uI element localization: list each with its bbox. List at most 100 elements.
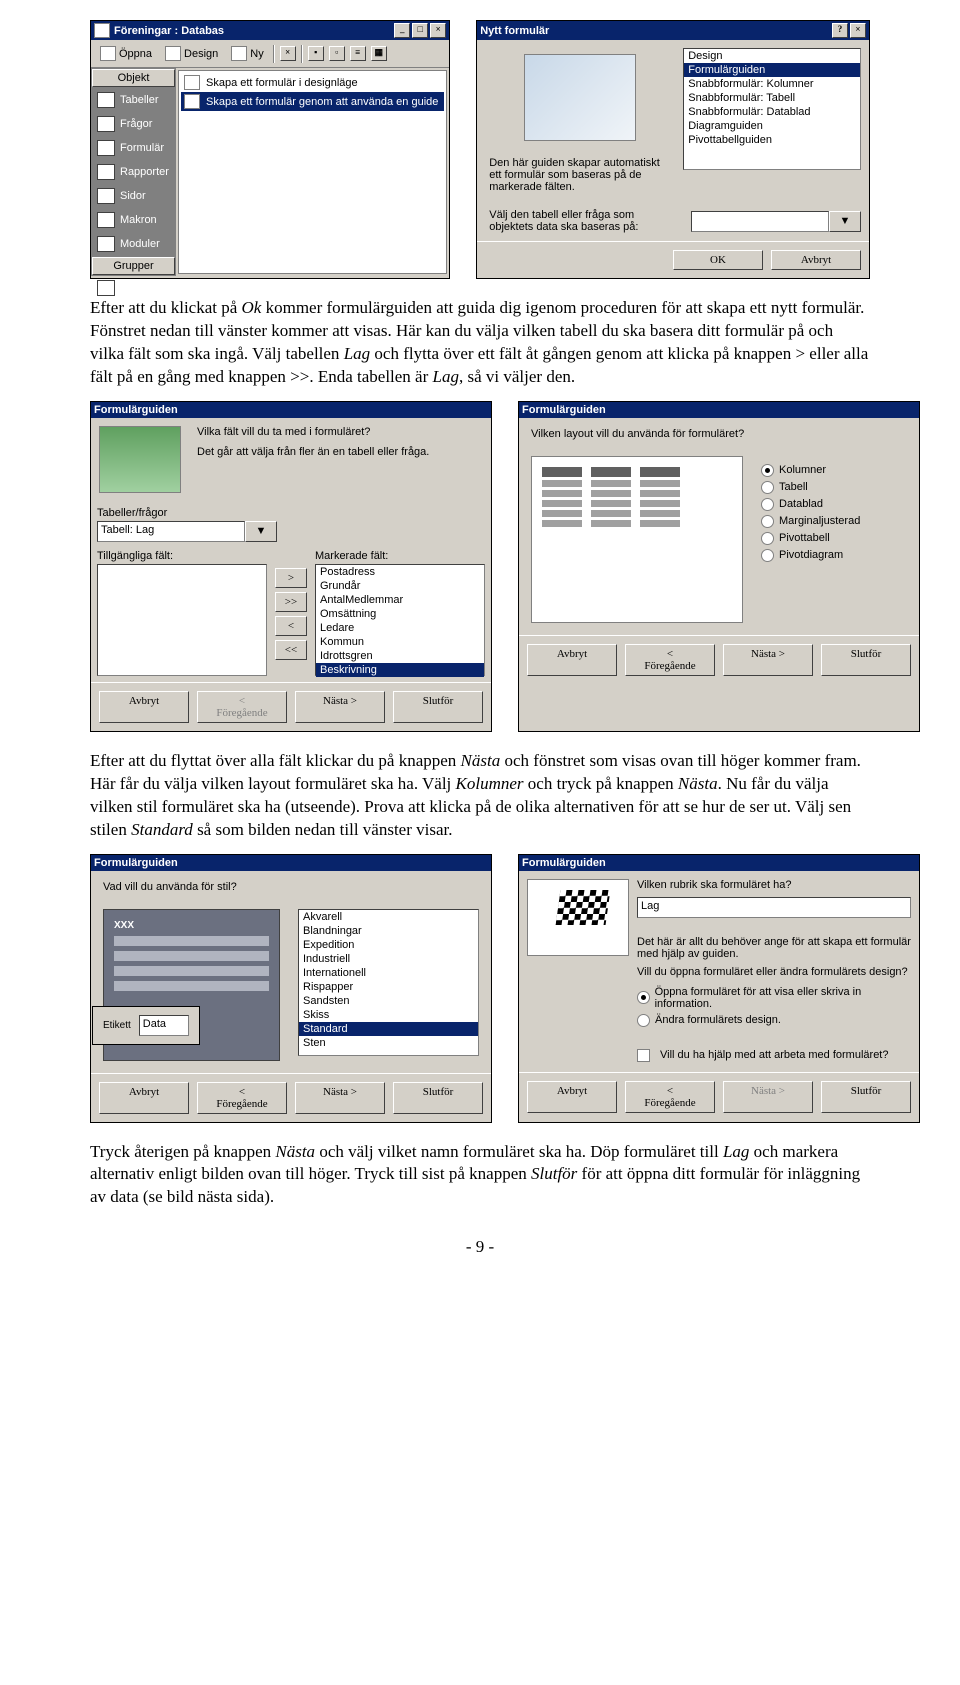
titlebar: Formulärguiden	[91, 402, 491, 418]
ok-button[interactable]: OK	[673, 250, 763, 270]
wizard-name-dialog: Formulärguiden Vilken rubrik ska formulä…	[518, 854, 920, 1123]
new-form-dialog: Nytt formulär ? × Den här guiden skapar …	[476, 20, 870, 279]
help-checkbox[interactable]: Vill du ha hjälp med att arbeta med form…	[637, 1047, 911, 1064]
new-button[interactable]: Ny	[227, 43, 267, 64]
source-prompt: Välj den tabell eller fråga som objektet…	[485, 209, 683, 233]
radio-tabell[interactable]: Tabell	[761, 479, 907, 496]
wizard-icon	[184, 75, 200, 90]
dropdown-button[interactable]: ▼	[829, 211, 861, 232]
list-item[interactable]: Snabbformulär: Tabell	[684, 91, 860, 105]
view-small-button[interactable]: ▫	[329, 46, 345, 61]
table-combo[interactable]: Tabell: Lag	[97, 521, 245, 542]
move-all-button[interactable]: >>	[275, 592, 307, 612]
wizard-description: Den här guiden skapar automatiskt ett fo…	[485, 157, 675, 193]
available-list[interactable]	[97, 564, 267, 676]
radio-kolumner[interactable]: Kolumner	[761, 462, 907, 479]
open-button[interactable]: Öppna	[96, 43, 156, 64]
sidebar-fragor[interactable]: Frågor	[91, 112, 176, 136]
subtext-1: Det här är allt du behöver ange för att …	[637, 936, 911, 960]
view-large-button[interactable]: ▪	[308, 46, 324, 61]
wizard-fields-dialog: Formulärguiden Vilka fält vill du ta med…	[90, 401, 492, 732]
open-icon	[100, 46, 116, 61]
view-list-button[interactable]: ≡	[350, 46, 366, 61]
back-all-button[interactable]: <<	[275, 640, 307, 660]
tables-icon	[97, 92, 115, 108]
wizard-icon	[184, 94, 200, 109]
titlebar: Formulärguiden	[519, 855, 919, 871]
prev-button[interactable]: < Föregående	[197, 1082, 287, 1114]
close-button[interactable]: ×	[430, 23, 446, 38]
modules-icon	[97, 236, 115, 252]
page-number: - 9 -	[90, 1237, 870, 1257]
new-icon	[231, 46, 247, 61]
prev-button[interactable]: < Föregående	[625, 644, 715, 676]
prev-button[interactable]: < Föregående	[197, 691, 287, 723]
grupper-group[interactable]: Grupper	[92, 257, 175, 275]
next-button[interactable]: Nästa >	[295, 691, 385, 723]
radio-datablad[interactable]: Datablad	[761, 496, 907, 513]
radio-open-form[interactable]: Öppna formuläret för att visa eller skri…	[637, 984, 911, 1012]
sidebar-moduler[interactable]: Moduler	[91, 232, 176, 256]
database-window: Föreningar : Databas _ □ × Öppna Design …	[90, 20, 450, 279]
wizard-subtext: Det går att välja från fler än en tabell…	[197, 446, 483, 458]
form-type-list[interactable]: Design Formulärguiden Snabbformulär: Kol…	[683, 48, 861, 170]
radio-marginal[interactable]: Marginaljusterad	[761, 513, 907, 530]
sidebar-rapporter[interactable]: Rapporter	[91, 160, 176, 184]
help-button[interactable]: ?	[832, 23, 848, 38]
cancel-button[interactable]: Avbryt	[99, 1082, 189, 1114]
cancel-button[interactable]: Avbryt	[771, 250, 861, 270]
maximize-button[interactable]: □	[412, 23, 428, 38]
cancel-button[interactable]: Avbryt	[99, 691, 189, 723]
wizard-question: Vilken rubrik ska formuläret ha?	[637, 879, 911, 891]
view-details-button[interactable]: ▦	[371, 46, 387, 61]
radio-edit-design[interactable]: Ändra formulärets design.	[637, 1012, 911, 1029]
cancel-button[interactable]: Avbryt	[527, 1081, 617, 1113]
design-button[interactable]: Design	[161, 43, 222, 64]
sidebar-sidor[interactable]: Sidor	[91, 184, 176, 208]
cancel-button[interactable]: Avbryt	[527, 644, 617, 676]
list-item[interactable]: Skapa ett formulär i designläge	[181, 73, 444, 92]
list-item[interactable]: Diagramguiden	[684, 119, 860, 133]
next-button[interactable]: Nästa >	[723, 644, 813, 676]
back-one-button[interactable]: <	[275, 616, 307, 636]
object-list: Skapa ett formulär i designläge Skapa et…	[178, 70, 447, 274]
queries-icon	[97, 116, 115, 132]
wizard-layout-dialog: Formulärguiden Vilken layout vill du anv…	[518, 401, 920, 732]
finish-button[interactable]: Slutför	[821, 644, 911, 676]
selected-list[interactable]: PostadressGrundårAntalMedlemmarOmsättnin…	[315, 564, 485, 676]
close-button[interactable]: ×	[850, 23, 866, 38]
list-item-selected[interactable]: Skapa ett formulär genom att använda en …	[181, 92, 444, 111]
fav-icon	[97, 280, 115, 296]
design-icon	[165, 46, 181, 61]
sidebar-formular[interactable]: Formulär	[91, 136, 176, 160]
list-item[interactable]: Snabbformulär: Datablad	[684, 105, 860, 119]
minimize-button[interactable]: _	[394, 23, 410, 38]
radio-pivotdiagram[interactable]: Pivotdiagram	[761, 547, 907, 564]
next-button[interactable]: Nästa >	[295, 1082, 385, 1114]
wizard-question: Vilka fält vill du ta med i formuläret?	[197, 426, 483, 438]
subtext-2: Vill du öppna formuläret eller ändra for…	[637, 966, 911, 978]
finish-button[interactable]: Slutför	[393, 691, 483, 723]
delete-button[interactable]: ×	[280, 46, 296, 61]
reports-icon	[97, 164, 115, 180]
list-item[interactable]: Snabbformulär: Kolumner	[684, 77, 860, 91]
style-list[interactable]: AkvarellBlandningarExpeditionIndustriell…	[298, 909, 479, 1056]
sidebar-makron[interactable]: Makron	[91, 208, 176, 232]
sidebar-tabeller[interactable]: Tabeller	[91, 88, 176, 112]
objekt-group[interactable]: Objekt	[92, 69, 175, 87]
move-one-button[interactable]: >	[275, 568, 307, 588]
source-combo[interactable]	[691, 211, 829, 232]
radio-pivottabell[interactable]: Pivottabell	[761, 530, 907, 547]
layout-preview	[531, 456, 743, 623]
dropdown-button[interactable]: ▼	[245, 521, 277, 542]
finish-button[interactable]: Slutför	[821, 1081, 911, 1113]
prev-button[interactable]: < Föregående	[625, 1081, 715, 1113]
finish-button[interactable]: Slutför	[393, 1082, 483, 1114]
list-item[interactable]: Design	[684, 49, 860, 63]
list-item-selected[interactable]: Formulärguiden	[684, 63, 860, 77]
next-button[interactable]: Nästa >	[723, 1081, 813, 1113]
available-label: Tillgängliga fält:	[97, 550, 267, 562]
form-name-input[interactable]: Lag	[637, 897, 911, 918]
list-item[interactable]: Pivottabellguiden	[684, 133, 860, 147]
db-icon	[94, 23, 110, 38]
